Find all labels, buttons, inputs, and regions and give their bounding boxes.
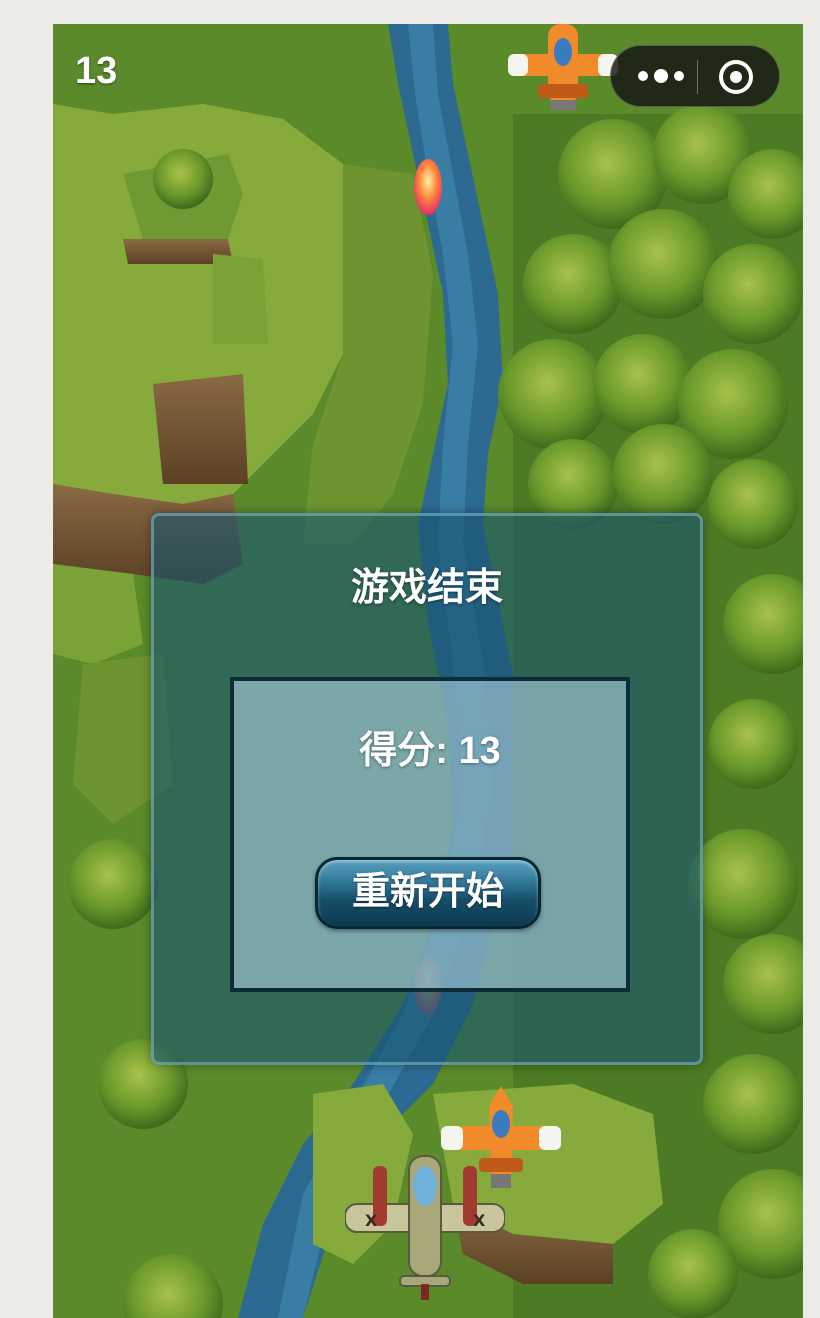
- more-dots-icon[interactable]: [631, 60, 691, 92]
- enemy-plane-icon: [508, 24, 618, 110]
- score-counter: 13: [75, 50, 118, 92]
- target-circle-icon[interactable]: [716, 58, 756, 96]
- game-over-dialog: 游戏结束 得分: 13 重新开始: [151, 513, 703, 1065]
- game-canvas[interactable]: X X 13 游戏结束 得分: 13 重新开始: [53, 24, 803, 1318]
- player-plane-icon: X X: [345, 1155, 505, 1300]
- svg-text:X: X: [365, 1211, 378, 1230]
- score-label: 得分:: [359, 730, 459, 772]
- capsule-divider: [697, 60, 698, 94]
- final-score: 得分: 13: [234, 719, 626, 774]
- mini-program-capsule: [610, 45, 780, 107]
- score-panel: 得分: 13 重新开始: [230, 677, 630, 992]
- svg-text:X: X: [473, 1211, 486, 1230]
- restart-button[interactable]: 重新开始: [315, 857, 541, 929]
- score-value: 13: [458, 730, 501, 772]
- game-over-title: 游戏结束: [350, 567, 503, 609]
